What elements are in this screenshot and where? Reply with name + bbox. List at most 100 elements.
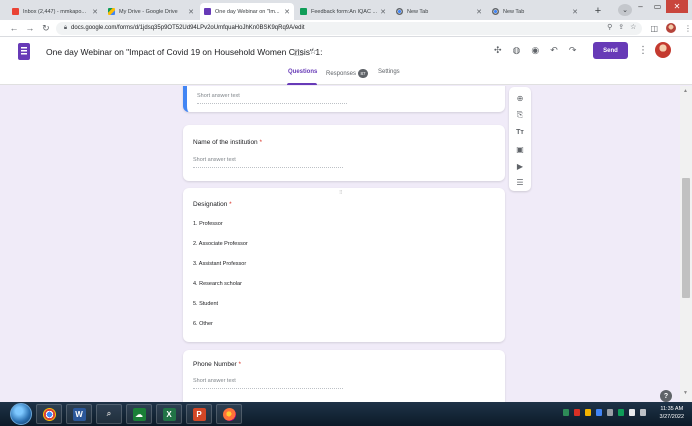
tab-responses[interactable]: Responses 87 xyxy=(326,69,369,78)
browser-tab-forms[interactable]: One day Webinar on "Im... ✕ xyxy=(200,3,294,20)
star-icon[interactable]: ☆ xyxy=(309,46,317,62)
taskbar-excel[interactable]: X xyxy=(156,404,182,424)
zoom-icon[interactable]: ⚲ xyxy=(607,23,612,31)
tray-antivirus-icon[interactable] xyxy=(574,409,580,416)
question-title-text: Phone Number xyxy=(193,361,237,368)
minimize-icon[interactable]: – xyxy=(632,0,649,13)
browser-tab-feedback[interactable]: Feedback form:An IQAC ... ✕ xyxy=(296,3,390,20)
option-research-scholar: 4. Research scholar xyxy=(193,281,242,287)
question-title-text: Designation xyxy=(193,201,228,208)
tab-search-chevron-icon[interactable]: ⌄ xyxy=(618,4,632,16)
share-icon[interactable]: ⇪ xyxy=(618,23,624,31)
question-card-previous[interactable]: Short answer text xyxy=(183,86,505,112)
add-ons-icon[interactable]: ✣ xyxy=(494,45,502,56)
more-options-icon[interactable]: ⋮ xyxy=(638,45,648,56)
help-icon[interactable]: ? xyxy=(660,390,672,402)
bookmark-star-icon[interactable]: ☆ xyxy=(630,23,636,31)
taskbar-chrome[interactable] xyxy=(36,404,62,424)
browser-tab-gmail[interactable]: Inbox (2,447) - mmkapo... ✕ xyxy=(8,3,102,20)
firefox-icon xyxy=(222,407,236,421)
tab-title: New Tab xyxy=(407,8,429,15)
chrome-icon xyxy=(42,407,56,421)
system-tray xyxy=(563,409,646,416)
tray-app-icon[interactable] xyxy=(563,409,569,416)
tab-questions[interactable]: Questions xyxy=(288,69,317,75)
scroll-down-arrow-icon[interactable]: ▼ xyxy=(683,390,688,396)
title-text-icon[interactable]: Tт xyxy=(514,126,526,138)
start-button[interactable] xyxy=(10,403,32,425)
url-text: docs.google.com/forms/d/1jdsq35p9OT52Ud9… xyxy=(71,25,305,31)
address-bar: ← → ↻ 🔒︎ docs.google.com/forms/d/1jdsq35… xyxy=(0,20,692,37)
required-marker: * xyxy=(229,201,232,208)
lock-icon: 🔒︎ xyxy=(63,24,68,31)
form-editor-canvas: Short answer text Name of the institutio… xyxy=(0,86,680,402)
move-to-folder-icon[interactable]: 🗀︎ xyxy=(294,46,303,62)
redo-icon[interactable]: ↷ xyxy=(569,45,577,56)
form-title[interactable]: One day Webinar on "Impact of Covid 19 o… xyxy=(46,47,322,57)
forms-header: One day Webinar on "Impact of Covid 19 o… xyxy=(0,37,692,85)
scroll-up-arrow-icon[interactable]: ▲ xyxy=(683,88,688,94)
maximize-icon[interactable]: ▭ xyxy=(649,0,666,13)
taskbar-drive[interactable]: ☁ xyxy=(126,404,152,424)
question-card-designation[interactable]: ⠿ Designation * 1. Professor 2. Associat… xyxy=(183,188,505,342)
forms-logo-icon[interactable] xyxy=(18,43,30,60)
profile-avatar-icon[interactable] xyxy=(666,23,677,33)
preview-eye-icon[interactable]: ◉ xyxy=(531,45,539,56)
close-tab-icon[interactable]: ✕ xyxy=(572,8,578,16)
tab-title: Feedback form:An IQAC ... xyxy=(311,8,378,15)
browser-menu-icon[interactable]: ⋮ xyxy=(684,24,692,33)
undo-icon[interactable]: ↶ xyxy=(550,45,558,56)
account-avatar[interactable] xyxy=(655,42,671,58)
required-marker: * xyxy=(259,139,263,146)
close-tab-icon[interactable]: ✕ xyxy=(188,8,194,16)
browser-tab-drive[interactable]: My Drive - Google Drive ✕ xyxy=(104,3,198,20)
tray-flag-icon[interactable] xyxy=(585,409,591,416)
taskbar-search-tool[interactable]: ⌕ xyxy=(96,404,122,424)
browser-tab-newtab-1[interactable]: New Tab ✕ xyxy=(392,3,486,20)
scrollbar-thumb[interactable] xyxy=(682,178,690,298)
gmail-icon xyxy=(12,8,19,15)
image-icon[interactable]: ▣ xyxy=(514,143,526,155)
question-card-institution[interactable]: Name of the institution * Short answer t… xyxy=(183,125,505,181)
powerpoint-icon: P xyxy=(192,407,206,421)
sidebar-toggle-icon[interactable]: ◫ xyxy=(650,24,658,33)
tray-volume-icon[interactable] xyxy=(607,409,613,416)
url-field[interactable]: 🔒︎ docs.google.com/forms/d/1jdsq35p9OT52… xyxy=(55,21,643,35)
drag-handle-icon[interactable]: ⠿ xyxy=(339,190,344,196)
customize-theme-icon[interactable]: ◍ xyxy=(513,45,521,56)
cloud-icon: ☁ xyxy=(132,407,146,421)
reload-icon[interactable]: ↻ xyxy=(40,23,52,34)
drive-icon xyxy=(108,8,115,15)
option-professor: 1. Professor xyxy=(193,221,223,227)
video-icon[interactable]: ▶ xyxy=(514,160,526,172)
browser-tab-newtab-2[interactable]: New Tab ✕ xyxy=(488,3,582,20)
floating-toolbar: ⊕ ⎘ Tт ▣ ▶ ☰ xyxy=(509,87,531,191)
section-icon[interactable]: ☰ xyxy=(514,176,526,188)
close-tab-icon[interactable]: ✕ xyxy=(284,8,290,16)
required-marker: * xyxy=(238,361,242,368)
taskbar-clock[interactable]: 11:35 AM 3/27/2022 xyxy=(660,405,684,421)
tray-security-icon[interactable] xyxy=(618,409,624,416)
close-tab-icon[interactable]: ✕ xyxy=(92,8,98,16)
send-button[interactable]: Send xyxy=(593,42,628,59)
import-questions-icon[interactable]: ⎘ xyxy=(514,109,526,121)
forward-arrow-icon[interactable]: → xyxy=(24,23,36,33)
tray-network-icon[interactable] xyxy=(596,409,602,416)
tray-signal-icon[interactable] xyxy=(640,409,646,416)
windows-taskbar: W ⌕ ☁ X P 11:35 AM 3/27/2022 xyxy=(0,402,692,426)
taskbar-word[interactable]: W xyxy=(66,404,92,424)
close-window-icon[interactable]: ✕ xyxy=(666,0,688,13)
tab-settings[interactable]: Settings xyxy=(378,69,400,75)
close-tab-icon[interactable]: ✕ xyxy=(476,8,482,16)
taskbar-firefox[interactable] xyxy=(216,404,242,424)
new-tab-button[interactable]: + xyxy=(590,4,606,18)
clock-date: 3/27/2022 xyxy=(659,414,684,420)
tray-action-center-icon[interactable] xyxy=(629,409,635,416)
add-question-icon[interactable]: ⊕ xyxy=(514,92,526,104)
back-arrow-icon[interactable]: ← xyxy=(8,23,20,33)
short-answer-placeholder: Short answer text xyxy=(193,378,343,389)
question-title: Phone Number * xyxy=(193,361,241,368)
close-tab-icon[interactable]: ✕ xyxy=(380,8,386,16)
taskbar-powerpoint[interactable]: P xyxy=(186,404,212,424)
question-card-phone[interactable]: Phone Number * Short answer text xyxy=(183,350,505,402)
